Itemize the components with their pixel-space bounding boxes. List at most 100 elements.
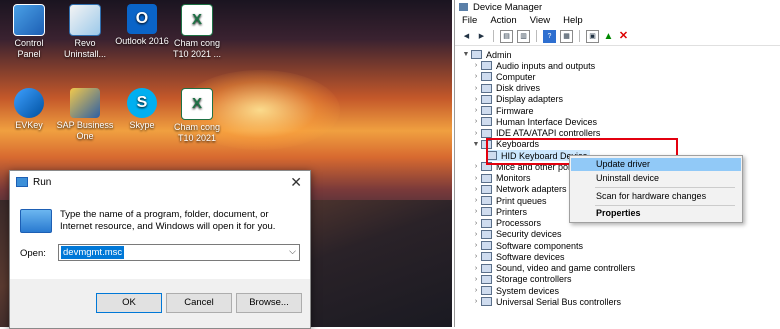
chevron-right-icon[interactable]: › [471,175,481,182]
chevron-right-icon[interactable]: › [471,242,481,249]
tree-category-item[interactable]: › Human Interface Devices [471,116,597,127]
tree-label: Audio inputs and outputs [496,60,596,71]
menu-file[interactable]: File [462,15,477,26]
tree-category-item[interactable]: › Sound, video and game controllers [471,263,635,274]
chevron-right-icon[interactable]: › [471,73,481,80]
chevron-down-icon[interactable]: ⌵ [289,246,296,257]
chevron-right-icon[interactable]: › [471,163,481,170]
chevron-right-icon[interactable]: › [471,220,481,227]
toolbar-divider [493,30,494,42]
view-list-icon[interactable]: ▥ [517,29,530,43]
desktop-icon-label: EVKey [15,120,43,130]
chevron-right-icon[interactable]: › [471,298,481,305]
device-category-icon [481,184,492,194]
device-category-icon [481,117,492,127]
tree-label: Printers [496,206,528,217]
chevron-right-icon[interactable]: › [471,96,481,103]
properties-icon[interactable]: ▦ [560,29,573,43]
tree-label: Display adapters [496,94,564,105]
tree-category-item[interactable]: › Firmware [471,105,534,116]
tree-category-item[interactable]: › Processors [471,218,541,229]
toolbar-divider [536,30,537,42]
chevron-right-icon[interactable]: › [471,276,481,283]
chevron-down-icon[interactable]: ▼ [461,51,471,58]
desktop-icon-label: SAP Business [56,120,114,130]
tree-category-item[interactable]: › Software components [471,240,583,251]
desktop-icon-label: T10 2021 [177,133,217,143]
back-icon[interactable]: ◀ [461,31,472,42]
chevron-down-icon[interactable]: ▼ [471,141,481,148]
tree-category-item[interactable]: › Display adapters [471,94,563,105]
tree-category-item[interactable]: › Printers [471,206,527,217]
chevron-right-icon[interactable]: › [471,107,481,114]
tree-category-item[interactable]: › IDE ATA/ATAPI controllers [471,128,601,139]
tree-category-item[interactable]: › Disk drives [471,83,540,94]
device-category-icon [481,229,492,239]
chevron-right-icon[interactable]: › [471,253,481,260]
tree-label: Software devices [496,251,565,262]
chevron-right-icon[interactable]: › [471,287,481,294]
tree-category-item[interactable]: › Network adapters [471,184,567,195]
desktop-icon-excel-2[interactable]: X Cham cong T10 2021 [168,88,226,144]
tree-label: Sound, video and game controllers [496,263,636,273]
tree-label: Storage controllers [496,274,572,285]
chevron-right-icon[interactable]: › [471,118,481,125]
uninstall-device-menu-item[interactable]: Uninstall device [571,172,741,185]
properties-menu-item[interactable]: Properties [571,207,741,220]
run-footer: OK Cancel Browse... [10,279,310,328]
tree-category-item[interactable]: › Security devices [471,229,562,240]
tree-category-item[interactable]: › Monitors [471,173,531,184]
dm-menubar: File Action View Help [455,14,780,27]
show-hide-tree-icon[interactable]: ▤ [500,29,513,43]
open-input-value: devmgmt.msc [61,246,125,259]
chevron-right-icon[interactable]: › [471,186,481,193]
desktop-icon-evkey[interactable]: EVKey [0,88,58,131]
chevron-right-icon[interactable]: › [471,130,481,137]
help-icon[interactable]: ? [543,29,556,43]
forward-icon[interactable]: ▶ [476,31,487,42]
close-icon[interactable]: ✕ [290,174,302,191]
update-driver-icon[interactable]: ▲ [603,31,614,42]
tree-category-item[interactable]: › Software devices [471,251,565,262]
tree-root-admin[interactable]: ▼ Admin [461,49,512,60]
device-category-icon [481,207,492,217]
cancel-button[interactable]: Cancel [166,293,232,313]
revo-uninstaller-icon [69,4,101,36]
tree-category-item[interactable]: › Audio inputs and outputs [471,60,595,71]
chevron-right-icon[interactable]: › [471,265,481,272]
chevron-right-icon[interactable]: › [471,208,481,215]
tree-category-item[interactable]: › Universal Serial Bus controllers [471,296,621,307]
chevron-right-icon[interactable]: › [471,231,481,238]
device-category-icon [481,263,492,273]
run-app-icon [16,177,28,187]
run-dialog: Run ✕ Type the name of a program, folder… [9,170,311,329]
excel-file-icon: X [181,88,213,120]
desktop-icon-sap[interactable]: SAP Business One [56,88,114,142]
ok-button[interactable]: OK [96,293,162,313]
browse-button[interactable]: Browse... [236,293,302,313]
desktop-icon-control-panel[interactable]: Control Panel [0,4,58,60]
open-input[interactable]: devmgmt.msc ⌵ [58,244,300,261]
device-category-icon [481,274,492,284]
tree-category-item[interactable]: › Storage controllers [471,274,572,285]
desktop-icon-label: T10 2021 ... [172,49,222,59]
menu-view[interactable]: View [530,15,550,26]
tree-category-item[interactable]: › Print queues [471,195,547,206]
desktop-icon-revo[interactable]: Revo Uninstall... [56,4,114,60]
menu-action[interactable]: Action [490,15,516,26]
scan-hardware-icon[interactable]: ▣ [586,29,599,43]
desktop-icon-excel-1[interactable]: X Cham cong T10 2021 ... [168,4,226,60]
menu-help[interactable]: Help [563,15,583,26]
chevron-right-icon[interactable]: › [471,197,481,204]
chevron-right-icon[interactable]: › [471,62,481,69]
evkey-icon [14,88,44,118]
chevron-right-icon[interactable]: › [471,85,481,92]
device-category-icon [481,83,492,93]
uninstall-icon[interactable]: ✕ [618,30,629,42]
tree-category-item[interactable]: › System devices [471,285,559,296]
desktop-icon-skype[interactable]: S Skype [113,88,171,131]
update-driver-menu-item[interactable]: Update driver [571,158,741,171]
desktop-icon-outlook[interactable]: O Outlook 2016 [113,4,171,47]
scan-hardware-menu-item[interactable]: Scan for hardware changes [571,190,741,203]
tree-category-item[interactable]: › Computer [471,71,536,82]
